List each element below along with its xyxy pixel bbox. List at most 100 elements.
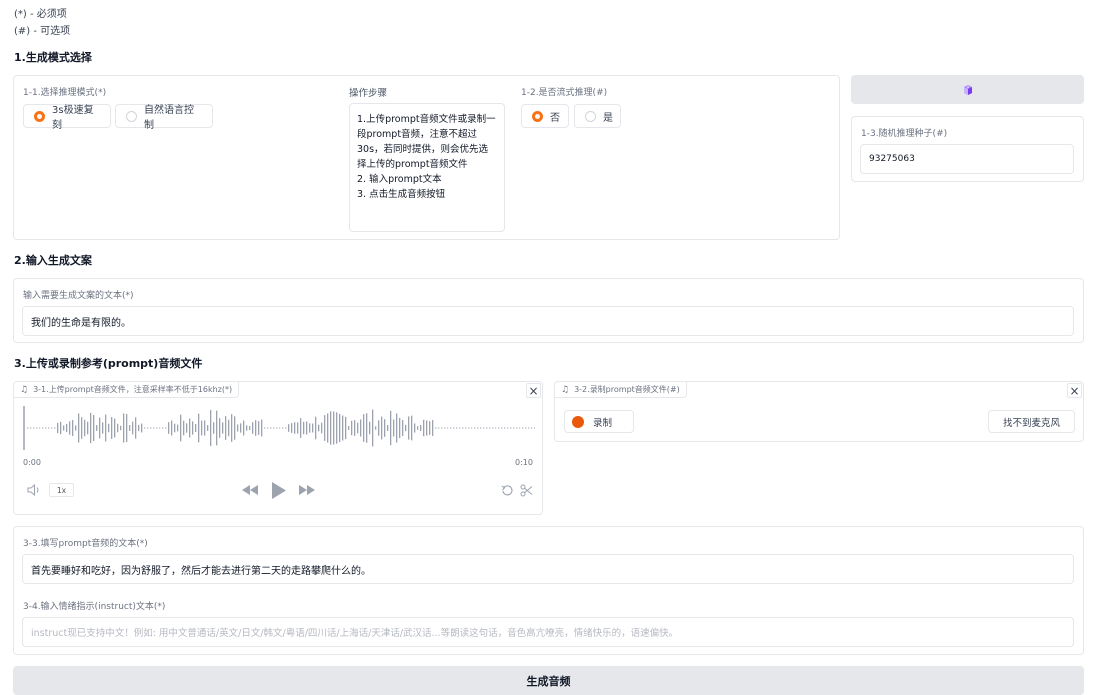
instruct-input[interactable]: instruct现已支持中文！例如: 用中文普通话/英文/日文/韩文/粤语/四川…	[22, 617, 1074, 647]
waveform-bar	[33, 427, 35, 429]
upload-audio-label: 3-1.上传prompt音频文件，注意采样率不低于16khz(*)	[33, 385, 233, 394]
fast-forward-button[interactable]	[297, 482, 315, 498]
close-upload-button[interactable]: ×	[526, 383, 541, 398]
upload-audio-tab: ♫ 3-1.上传prompt音频文件，注意采样率不低于16khz(*)	[14, 382, 240, 398]
time-start: 0:00	[23, 458, 41, 467]
waveform-bar	[213, 422, 215, 434]
trim-button[interactable]	[518, 482, 534, 498]
waveform-bar	[243, 420, 245, 436]
waveform-bar	[204, 420, 206, 436]
waveform-bar	[321, 422, 323, 434]
mode-option-fast-clone[interactable]: 3s极速复刻	[23, 104, 111, 131]
waveform-bar	[219, 418, 221, 438]
waveform-bar	[471, 427, 473, 429]
waveform-bar	[246, 425, 248, 431]
prompt-text-input[interactable]: 首先要睡好和吃好，因为舒服了，然后才能去进行第二天的走路攀爬什么的。	[22, 554, 1074, 584]
waveform-bar	[255, 420, 257, 436]
waveform-bar	[417, 426, 419, 430]
random-seed-button[interactable]	[851, 75, 1084, 104]
play-button[interactable]	[269, 481, 287, 499]
seed-label: 1-3.随机推理种子(#)	[861, 129, 948, 139]
waveform-bar	[450, 427, 452, 429]
waveform-bar	[378, 420, 380, 436]
waveform-bar	[273, 427, 275, 429]
instruct-label: 3-4.输入情绪指示(instruct)文本(*)	[23, 602, 166, 612]
tts-panel: 输入需要生成文案的文本(*) 我们的生命是有限的。	[13, 278, 1084, 343]
stream-option-yes[interactable]: 是	[574, 104, 621, 128]
waveform-bar	[342, 415, 344, 441]
waveform-bar	[408, 416, 410, 440]
reset-button[interactable]	[499, 482, 515, 498]
waveform-bar	[90, 412, 92, 444]
waveform-bar	[60, 421, 62, 435]
waveform[interactable]	[23, 402, 535, 454]
waveform-bar	[333, 411, 335, 445]
waveform-bar	[501, 427, 503, 429]
waveform-bar	[336, 412, 338, 444]
generate-audio-button[interactable]: 生成音频	[13, 666, 1084, 695]
rewind-button[interactable]	[241, 482, 259, 498]
record-button[interactable]: 录制	[564, 410, 634, 433]
rewind-icon	[241, 485, 258, 495]
waveform-bar	[63, 425, 65, 431]
waveform-bar	[189, 418, 191, 438]
waveform-bar	[426, 420, 428, 436]
waveform-bar	[465, 427, 467, 429]
waveform-bar	[297, 422, 299, 434]
microphone-select-button[interactable]: 找不到麦克风	[988, 410, 1075, 433]
waveform-bar	[78, 413, 80, 443]
waveform-bar	[498, 427, 500, 429]
waveform-bar	[102, 422, 104, 434]
waveform-bar	[384, 419, 386, 437]
waveform-bar	[141, 423, 143, 433]
waveform-bar	[267, 427, 269, 429]
record-dot-icon	[572, 415, 584, 428]
stream-option-no[interactable]: 否	[521, 104, 569, 128]
waveform-bar	[129, 425, 131, 431]
mode-option-label: 3s极速复刻	[52, 105, 94, 131]
close-record-button[interactable]: ×	[1067, 383, 1082, 398]
waveform-bar	[261, 419, 263, 437]
waveform-bar	[420, 424, 422, 432]
waveform-bar	[360, 419, 362, 437]
mode-panel: 1-1.选择推理模式(*) 3s极速复刻 自然语言控制 操作步骤 1.上传pro…	[13, 75, 840, 240]
tts-input[interactable]: 我们的生命是有限的。	[22, 306, 1074, 336]
seed-input[interactable]: 93275063	[860, 144, 1074, 174]
waveform-bar	[366, 413, 368, 443]
waveform-bar	[444, 427, 446, 429]
waveform-bar	[285, 427, 287, 429]
waveform-bar	[54, 427, 56, 429]
waveform-bar	[96, 425, 98, 431]
waveform-bar	[135, 417, 137, 439]
waveform-bar	[27, 427, 29, 429]
waveform-bar	[177, 424, 179, 432]
waveform-bar	[279, 427, 281, 429]
waveform-bar	[153, 427, 155, 429]
waveform-bar	[42, 427, 44, 429]
waveform-bar	[237, 424, 239, 432]
waveform-bar	[75, 425, 77, 431]
mode-option-natural-language[interactable]: 自然语言控制	[115, 104, 213, 131]
volume-button[interactable]	[26, 482, 42, 498]
waveform-bar	[132, 421, 134, 435]
waveform-bar	[201, 420, 203, 436]
mode-option-label: 自然语言控制	[144, 105, 194, 131]
waveform-bar	[87, 421, 89, 435]
waveform-bar	[363, 414, 365, 442]
waveform-bar	[291, 423, 293, 433]
waveform-bar	[438, 427, 440, 429]
waveform-bar	[357, 422, 359, 434]
required-legend: (*) - 必须项	[14, 9, 67, 20]
waveform-bar	[222, 422, 224, 434]
waveform-bar	[495, 427, 497, 429]
waveform-bar	[492, 427, 494, 429]
waveform-bar	[459, 427, 461, 429]
waveform-bar	[228, 419, 230, 437]
waveform-bar	[117, 423, 119, 433]
waveform-bar	[507, 427, 509, 429]
waveform-bar	[489, 427, 491, 429]
waveform-bar	[168, 422, 170, 434]
waveform-bar	[39, 427, 41, 429]
speed-button[interactable]: 1x	[49, 483, 74, 497]
waveform-bar	[195, 424, 197, 432]
